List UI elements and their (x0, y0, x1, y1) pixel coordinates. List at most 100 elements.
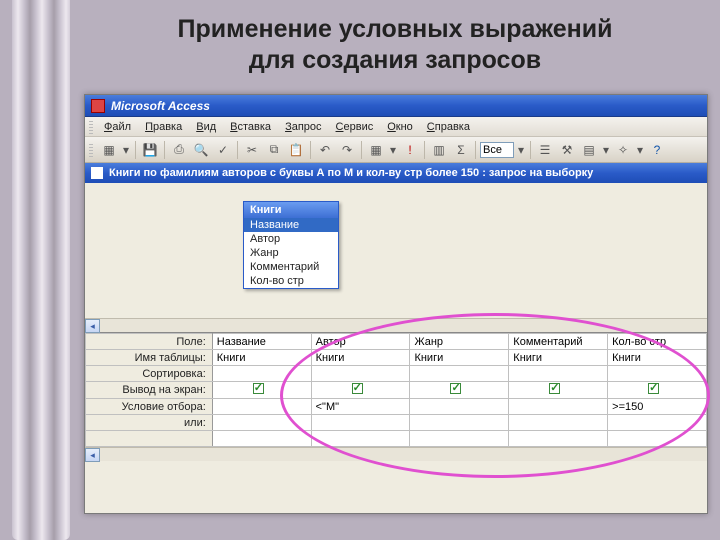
querytype-button[interactable]: ▦ (366, 140, 386, 160)
criteria-cell[interactable]: <"М" (311, 399, 410, 415)
spelling-button[interactable]: ✓ (213, 140, 233, 160)
tables-pane[interactable]: Книги Название Автор Жанр Комментарий Ко… (85, 183, 707, 333)
criteria-cell[interactable] (212, 399, 311, 415)
menu-view[interactable]: Вид (189, 119, 223, 135)
grid-hscroll[interactable]: ◂ (85, 447, 707, 461)
preview-button[interactable]: 🔍 (191, 140, 211, 160)
field-cell[interactable]: Комментарий (509, 334, 608, 350)
totals-button[interactable]: Σ (451, 140, 471, 160)
app-title: Microsoft Access (111, 99, 210, 113)
show-cell[interactable] (608, 382, 707, 399)
menu-edit[interactable]: Правка (138, 119, 189, 135)
separator (530, 141, 531, 159)
checkbox-icon[interactable] (253, 383, 264, 394)
menu-file[interactable]: Файл (97, 119, 138, 135)
titlebar[interactable]: Microsoft Access (85, 95, 707, 117)
or-cell[interactable] (311, 415, 410, 431)
sort-cell[interactable] (311, 366, 410, 382)
row-show: Вывод на экран: (86, 382, 707, 399)
sort-cell[interactable] (509, 366, 608, 382)
view-button[interactable]: ▦ (99, 140, 119, 160)
or-cell[interactable] (509, 415, 608, 431)
build-button[interactable]: ⚒ (557, 140, 577, 160)
checkbox-icon[interactable] (450, 383, 461, 394)
checkbox-icon[interactable] (549, 383, 560, 394)
title-line-2: для создания запросов (249, 46, 541, 74)
blank-cell[interactable] (311, 431, 410, 447)
menu-query[interactable]: Запрос (278, 119, 328, 135)
table-field[interactable]: Название (244, 218, 338, 232)
dropdown-icon[interactable]: ▾ (516, 140, 526, 160)
dropdown-icon[interactable]: ▾ (121, 140, 131, 160)
database-button[interactable]: ▤ (579, 140, 599, 160)
dropdown-icon[interactable]: ▾ (601, 140, 611, 160)
or-cell[interactable] (212, 415, 311, 431)
tables-pane-hscroll[interactable]: ◂ (85, 318, 707, 332)
undo-button[interactable]: ↶ (315, 140, 335, 160)
menu-window[interactable]: Окно (380, 119, 420, 135)
top-values-field[interactable] (480, 142, 514, 158)
field-cell[interactable]: Автор (311, 334, 410, 350)
dropdown-icon[interactable]: ▾ (635, 140, 645, 160)
menu-insert[interactable]: Вставка (223, 119, 278, 135)
toolbar-handle[interactable] (89, 143, 93, 157)
title-line-1: Применение условных выражений (177, 15, 612, 43)
table-field[interactable]: Кол-во стр (244, 274, 338, 288)
menu-help[interactable]: Справка (420, 119, 477, 135)
print-button[interactable]: ⎙ (169, 140, 189, 160)
field-cell[interactable]: Жанр (410, 334, 509, 350)
help-button[interactable]: ? (647, 140, 667, 160)
separator (424, 141, 425, 159)
scroll-left-icon[interactable]: ◂ (85, 448, 100, 462)
show-cell[interactable] (509, 382, 608, 399)
checkbox-icon[interactable] (352, 383, 363, 394)
blank-cell[interactable] (509, 431, 608, 447)
or-cell[interactable] (410, 415, 509, 431)
blank-cell[interactable] (410, 431, 509, 447)
table-card[interactable]: Книги Название Автор Жанр Комментарий Ко… (243, 201, 339, 289)
table-cell[interactable]: Книги (410, 350, 509, 366)
copy-button[interactable]: ⧉ (264, 140, 284, 160)
show-cell[interactable] (212, 382, 311, 399)
show-cell[interactable] (410, 382, 509, 399)
menu-tools[interactable]: Сервис (329, 119, 381, 135)
sort-cell[interactable] (410, 366, 509, 382)
table-cell[interactable]: Книги (608, 350, 707, 366)
table-field[interactable]: Комментарий (244, 260, 338, 274)
field-cell[interactable]: Название (212, 334, 311, 350)
scroll-left-icon[interactable]: ◂ (85, 319, 100, 333)
paste-button[interactable]: 📋 (286, 140, 306, 160)
dropdown-icon[interactable]: ▾ (388, 140, 398, 160)
checkbox-icon[interactable] (648, 383, 659, 394)
cut-button[interactable]: ✂ (242, 140, 262, 160)
properties-button[interactable]: ☰ (535, 140, 555, 160)
criteria-cell[interactable]: >=150 (608, 399, 707, 415)
row-label-show: Вывод на экран: (86, 382, 213, 399)
table-cell[interactable]: Книги (509, 350, 608, 366)
sort-cell[interactable] (608, 366, 707, 382)
menu-handle[interactable] (89, 120, 93, 134)
blank-cell[interactable] (212, 431, 311, 447)
table-field[interactable]: Автор (244, 232, 338, 246)
query-window-titlebar[interactable]: Книги по фамилиям авторов с буквы А по М… (85, 163, 707, 183)
show-cell[interactable] (311, 382, 410, 399)
table-card-header[interactable]: Книги (244, 202, 338, 218)
criteria-cell[interactable] (509, 399, 608, 415)
save-button[interactable]: 💾 (140, 140, 160, 160)
blank-cell[interactable] (608, 431, 707, 447)
separator (310, 141, 311, 159)
separator (135, 141, 136, 159)
table-cell[interactable]: Книги (212, 350, 311, 366)
table-cell[interactable]: Книги (311, 350, 410, 366)
or-cell[interactable] (608, 415, 707, 431)
table-field[interactable]: Жанр (244, 246, 338, 260)
row-or: или: (86, 415, 707, 431)
sort-cell[interactable] (212, 366, 311, 382)
row-label-table: Имя таблицы: (86, 350, 213, 366)
redo-button[interactable]: ↷ (337, 140, 357, 160)
field-cell[interactable]: Кол-во стр (608, 334, 707, 350)
showtable-button[interactable]: ▥ (429, 140, 449, 160)
new-object-button[interactable]: ✧ (613, 140, 633, 160)
criteria-cell[interactable] (410, 399, 509, 415)
run-button[interactable]: ! (400, 140, 420, 160)
